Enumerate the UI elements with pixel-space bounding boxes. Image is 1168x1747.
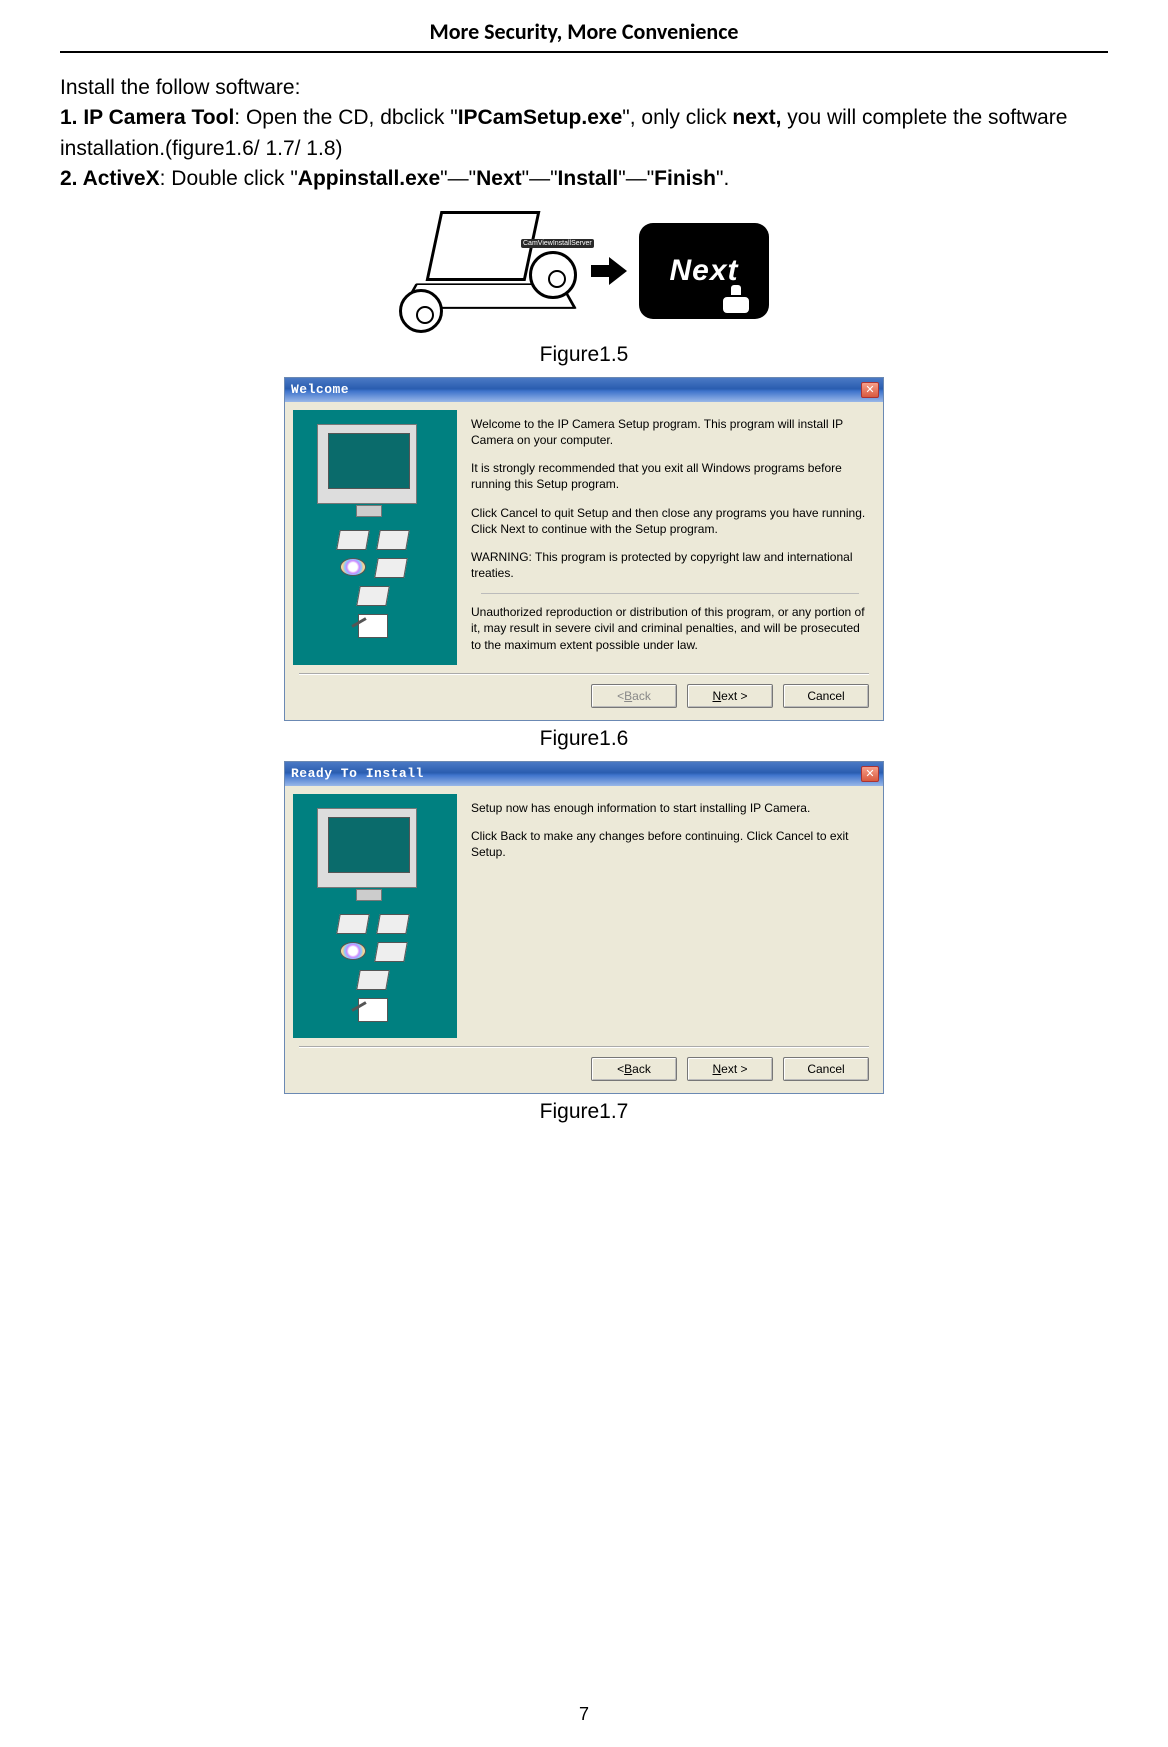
- note-icon: [358, 614, 388, 638]
- cancel-button[interactable]: Cancel: [783, 684, 869, 708]
- back-button[interactable]: < Back: [591, 1057, 677, 1081]
- figure-1-7: Ready To Install ✕ Setup now has enough …: [60, 761, 1108, 1124]
- package-icon: [376, 914, 410, 934]
- monitor-icon: [317, 808, 417, 888]
- dialog-paragraph: It is strongly recommended that you exit…: [471, 460, 869, 492]
- intro-text: Install the follow software: 1. IP Camer…: [60, 73, 1108, 195]
- intro-line-1: Install the follow software:: [60, 73, 1108, 103]
- cd-icon: [399, 289, 443, 333]
- dialog-paragraph: Setup now has enough information to star…: [471, 800, 869, 816]
- cd-icon: [529, 251, 577, 299]
- dialog-paragraph: Click Back to make any changes before co…: [471, 828, 869, 860]
- close-button[interactable]: ✕: [861, 766, 879, 782]
- close-button[interactable]: ✕: [861, 382, 879, 398]
- dialog-side-art: [293, 794, 457, 1038]
- disc-icon: [340, 942, 366, 960]
- package-icon: [374, 558, 408, 578]
- dialog-paragraph: Unauthorized reproduction or distributio…: [471, 604, 869, 653]
- cd-label: CamViewInstallServer: [521, 239, 594, 248]
- monitor-icon: [317, 424, 417, 504]
- figure-1-5-caption: Figure1.5: [60, 343, 1108, 367]
- note-icon: [358, 998, 388, 1022]
- item1-file: IPCamSetup.exe: [458, 106, 623, 129]
- next-button[interactable]: Next >: [687, 684, 773, 708]
- next-button[interactable]: Next >: [687, 1057, 773, 1081]
- dialog-title: Ready To Install: [291, 766, 424, 781]
- disc-icon: [340, 558, 366, 576]
- dialog-titlebar: Welcome ✕: [285, 378, 883, 402]
- figure-1-6: Welcome ✕ Welcome to the IP Camera Setup…: [60, 377, 1108, 751]
- package-icon: [356, 586, 390, 606]
- cancel-button[interactable]: Cancel: [783, 1057, 869, 1081]
- figure-1-7-caption: Figure1.7: [60, 1100, 1108, 1124]
- hand-icon: [721, 283, 751, 313]
- dialog-button-row: < Back Next > Cancel: [285, 1047, 883, 1093]
- package-icon: [374, 942, 408, 962]
- ready-install-dialog: Ready To Install ✕ Setup now has enough …: [284, 761, 884, 1094]
- dialog-button-row: < Back Next > Cancel: [285, 674, 883, 720]
- back-button: < Back: [591, 684, 677, 708]
- item1-bold: 1. IP Camera Tool: [60, 106, 234, 129]
- dialog-paragraph: WARNING: This program is protected by co…: [471, 549, 869, 581]
- welcome-dialog: Welcome ✕ Welcome to the IP Camera Setup…: [284, 377, 884, 721]
- page-header: More Security, More Convenience: [60, 0, 1108, 53]
- item2-bold: 2. ActiveX: [60, 167, 160, 190]
- figure-1-5: CamViewInstallServer Next Figure1.5: [60, 205, 1108, 367]
- package-icon: [336, 530, 370, 550]
- dialog-title: Welcome: [291, 382, 349, 397]
- item1-next: next,: [732, 106, 781, 129]
- intro-item-2: 2. ActiveX: Double click "Appinstall.exe…: [60, 164, 1108, 194]
- arrow-right-icon: [591, 253, 627, 289]
- dialog-side-art: [293, 410, 457, 665]
- figure-1-5-illustration: CamViewInstallServer Next: [399, 205, 769, 337]
- dialog-paragraph: Welcome to the IP Camera Setup program. …: [471, 416, 869, 448]
- dialog-message: Setup now has enough information to star…: [465, 786, 883, 1046]
- package-icon: [356, 970, 390, 990]
- dialog-titlebar: Ready To Install ✕: [285, 762, 883, 786]
- dialog-paragraph: Click Cancel to quit Setup and then clos…: [471, 505, 869, 537]
- laptop-icon: CamViewInstallServer: [399, 211, 579, 331]
- header-title: More Security, More Convenience: [429, 18, 738, 45]
- next-badge: Next: [639, 223, 769, 319]
- dialog-message: Welcome to the IP Camera Setup program. …: [465, 402, 883, 673]
- figure-1-6-caption: Figure1.6: [60, 727, 1108, 751]
- intro-item-1: 1. IP Camera Tool: Open the CD, dbclick …: [60, 103, 1108, 164]
- package-icon: [376, 530, 410, 550]
- package-icon: [336, 914, 370, 934]
- page-number: 7: [0, 1704, 1168, 1725]
